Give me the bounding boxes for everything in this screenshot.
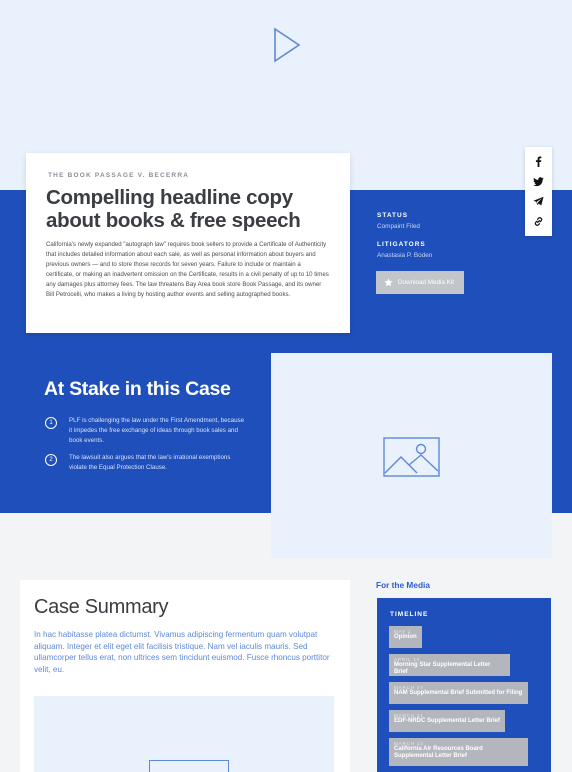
twitter-icon[interactable]: [533, 176, 544, 187]
image-placeholder-icon: [383, 437, 440, 477]
stake-number: 1: [45, 417, 57, 429]
case-summary-text: In hac habitasse platea dictumst. Vivamu…: [34, 630, 330, 674]
timeline-text: California Air Resources Board Supplemen…: [394, 746, 483, 759]
timeline-item[interactable]: MARCH 13 California Air Resources Board …: [389, 738, 528, 766]
case-card: THE BOOK PASSAGE V. BECERRA Compelling h…: [26, 153, 350, 333]
stake-number: 2: [45, 454, 57, 466]
stake-item-text: The lawsuit also argues that the law's i…: [69, 454, 231, 471]
case-summary-title: Case Summary: [34, 596, 169, 618]
status-label: STATUS: [377, 212, 409, 219]
image-placeholder-icon: [149, 760, 229, 772]
timeline-item[interactable]: MAY 2 Opinion: [389, 626, 422, 648]
timeline-item[interactable]: APRIL 14 Morning Star Supplemental Lette…: [389, 654, 510, 676]
facebook-icon[interactable]: [533, 156, 544, 167]
link-icon[interactable]: [533, 216, 544, 227]
telegram-icon[interactable]: [533, 196, 544, 207]
timeline-item[interactable]: MARCH 21 EDF-NRDC Supplemental Letter Br…: [389, 710, 505, 732]
star-icon: [384, 278, 393, 287]
stake-title: At Stake in this Case: [44, 378, 231, 400]
case-body: California's newly expanded "autograph l…: [46, 241, 329, 299]
timeline-item[interactable]: MARCH 27 NAM Supplemental Brief Submitte…: [389, 682, 528, 704]
case-headline: Compelling headline copy about books & f…: [46, 186, 301, 232]
timeline-text: NAM Supplemental Brief Submitted for Fil…: [394, 690, 523, 696]
timeline-text: Morning Star Supplemental Letter Brief: [394, 662, 491, 675]
litigators-value: Anastasia P. Boden: [377, 252, 433, 259]
litigators-label: LITIGATORS: [377, 241, 426, 248]
for-the-media-label: For the Media: [376, 580, 430, 590]
case-eyebrow: THE BOOK PASSAGE V. BECERRA: [48, 172, 190, 179]
status-value: Compaint Filed: [377, 223, 420, 230]
download-media-kit-button[interactable]: Download Media Kit: [376, 271, 464, 294]
timeline-text: Opinion: [394, 634, 417, 640]
share-bar: [525, 147, 552, 236]
stake-item-text: PLF is challenging the law under the Fir…: [69, 417, 245, 444]
download-media-kit-label: Download Media Kit: [398, 279, 455, 286]
timeline-text: EDF-NRDC Supplemental Letter Brief: [394, 718, 501, 724]
play-icon[interactable]: [272, 26, 302, 64]
timeline-title: TIMELINE: [390, 611, 429, 618]
